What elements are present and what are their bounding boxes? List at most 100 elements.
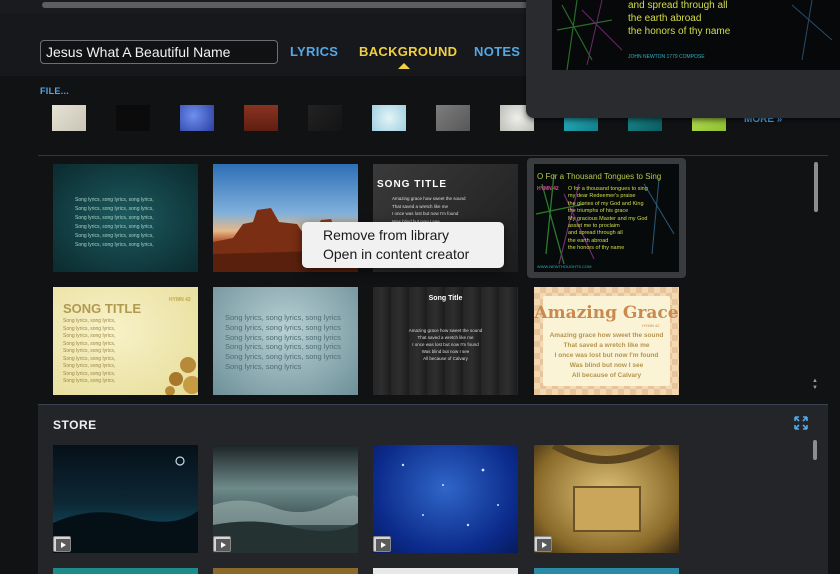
video-badge	[534, 536, 552, 552]
thumb-song-title: SONG TITLE	[63, 301, 141, 316]
swatch-cream[interactable]	[52, 105, 86, 131]
thumb-hymn-number: HYMN 42	[642, 323, 660, 328]
store-title: STORE	[53, 418, 97, 432]
thumb-lyric-line: That saved a wretch like me	[417, 335, 474, 340]
thumb-lyric-line: Song lyrics, song lyrics,	[63, 318, 116, 324]
play-icon	[216, 539, 230, 551]
thumb-credit: WWW.NEWTHOUGHTS.COM	[537, 264, 592, 269]
thumb-lyric-line: Amazing grace how sweet the sound	[392, 196, 466, 201]
thumb-lyric-line: My gracious Master and my God	[568, 215, 648, 222]
thumb-hymn-number: HYMN 42	[537, 186, 559, 192]
store-thumb-stormy-sea[interactable]	[213, 445, 358, 553]
thumb-lyric-line: Song lyrics, song lyrics, song lyrics	[225, 352, 341, 362]
store-thumb-canvas-bag[interactable]	[534, 445, 679, 553]
expand-icon[interactable]	[794, 416, 808, 430]
thumb-lyric-line: Song lyrics, song lyrics,	[63, 325, 116, 332]
thumb-song-title: SONG TITLE	[377, 179, 447, 190]
preview-screen: and spread through all the earth abroad …	[552, 0, 840, 70]
library-scroll-arrows[interactable]: ▲ ▼	[810, 378, 820, 392]
play-icon	[537, 539, 551, 551]
play-icon	[376, 539, 390, 551]
thumb-lyric-line: All because of Calvary	[423, 356, 468, 361]
library-thumb-pale-blue-lyrics[interactable]: Song lyrics, song lyrics, song lyrics So…	[213, 287, 358, 395]
swatch-brick[interactable]	[244, 105, 278, 131]
night-landscape-art	[53, 456, 198, 553]
section-divider	[38, 155, 828, 156]
waves-art	[213, 495, 358, 553]
library-thumb-cream-floral[interactable]: SONG TITLE HYMN 42 Song lyrics, song lyr…	[53, 287, 198, 395]
thumb-lyric-line: I once was lost but now I'm found	[412, 342, 479, 347]
thumb-lyric-line: Song lyrics, song lyrics,	[63, 348, 116, 354]
tab-background[interactable]: BACKGROUND	[359, 44, 457, 59]
swatch-dark-texture[interactable]	[308, 105, 342, 131]
thumb-lyric-line: the triumphs of his grace	[568, 208, 629, 215]
thumb-lyric-line: Song lyrics, song lyrics, song lyrics,	[75, 242, 154, 248]
swatch-black[interactable]	[116, 105, 150, 131]
thumb-lyric-line: That saved a wretch like me	[563, 342, 650, 349]
swatch-blue[interactable]	[180, 105, 214, 131]
thumb-lyric-line: Song lyrics, song lyrics,	[63, 378, 116, 384]
thumb-lyric-line: the honors of thy name	[568, 245, 625, 252]
thumb-lyric-line: Amazing grace how sweet the sound	[408, 328, 483, 333]
thumb-lyric-line: Song lyrics, song lyrics, song lyrics	[225, 322, 341, 332]
swatch-gray[interactable]	[436, 105, 470, 131]
thumb-lyric-line: Amazing grace how sweet the sound	[549, 332, 664, 339]
thumb-lyric-line: All because of Calvary	[571, 372, 642, 379]
tab-notes[interactable]: NOTES	[474, 44, 520, 59]
thumb-lyric-line: assist me to proclaim	[568, 223, 620, 230]
thumb-lyric-line: Song lyrics, song lyrics,	[63, 370, 116, 377]
thumb-lyric-line: and spread through all	[568, 230, 623, 237]
swatch-light-blue[interactable]	[372, 105, 406, 131]
menu-item-open-in-content-creator[interactable]: Open in content creator	[302, 245, 504, 264]
thumb-lyric-line: Song lyrics, song lyrics, song lyrics,	[75, 224, 154, 230]
video-badge	[213, 536, 231, 552]
thumb-lyric-line: Song lyrics, song lyrics, song lyrics	[225, 342, 341, 352]
thumb-hymn-heading: O For a Thousand Tongues to Sing	[537, 172, 662, 181]
library-thumb-wood-planks[interactable]: Song Title Amazing grace how sweet the s…	[373, 287, 518, 395]
thumb-lyric-line: Song lyrics, song lyrics	[225, 361, 302, 371]
active-tab-indicator	[398, 63, 410, 69]
bag-art	[552, 445, 661, 532]
thumb-lyric-line: Song lyrics, song lyrics,	[63, 333, 116, 339]
thumb-lyric-line: Song lyrics, song lyrics,	[63, 363, 116, 369]
video-badge	[373, 536, 391, 552]
thumb-lyric-line: O for a thousand tongues to sing	[568, 186, 648, 192]
thumb-lyric-line: Song lyrics, song lyrics, song lyrics	[225, 313, 341, 322]
preview-credit: JOHN NEWTON 1779 COMPOSE	[628, 54, 705, 60]
thumb-song-title: Song Title	[428, 295, 463, 302]
menu-item-remove-from-library[interactable]: Remove from library	[302, 226, 504, 245]
thumb-lyric-line: my dear Redeemer's praise	[568, 193, 636, 200]
thumb-lyric-line: I once was lost but now I'm found	[392, 211, 459, 217]
store-thumb-partial[interactable]	[373, 568, 518, 574]
store-thumb-partial[interactable]	[53, 568, 198, 574]
tab-lyrics[interactable]: LYRICS	[290, 44, 338, 59]
library-scrollbar[interactable]	[814, 162, 818, 212]
store-thumb-partial[interactable]	[213, 568, 358, 574]
horizontal-scrollbar[interactable]	[42, 2, 542, 8]
store-thumb-partial[interactable]	[534, 568, 679, 574]
thumb-lyric-line: Song lyrics, song lyrics, song lyrics,	[75, 215, 154, 221]
app-window: LYRICS BACKGROUND NOTES FILE... MORE » a…	[0, 0, 840, 574]
file-link[interactable]: FILE...	[40, 86, 69, 96]
thumb-lyric-line: Song lyrics, song lyrics, song lyrics,	[75, 233, 154, 239]
store-thumb-night-sky[interactable]	[53, 445, 198, 553]
thumb-lyric-line: I once was lost but now I'm found	[554, 352, 659, 359]
play-icon	[56, 539, 70, 551]
store-thumb-blue-particles[interactable]	[373, 445, 518, 553]
floral-ornament	[165, 357, 198, 395]
particles-art	[401, 463, 499, 527]
library-thumb-thousand-tongues[interactable]: O For a Thousand Tongues to Sing HYMN 42…	[534, 164, 679, 272]
thumb-lyric-line: Song lyrics, song lyrics, song lyrics,	[75, 206, 154, 212]
song-title-input[interactable]	[40, 40, 278, 64]
thumb-lyric-line: the earth abroad	[568, 237, 609, 244]
thumb-lyric-line: Song lyrics, song lyrics, song lyrics	[225, 332, 341, 342]
thumb-hymn-number: HYMN 42	[169, 297, 191, 303]
thumb-lyric-line: Song lyrics, song lyrics,	[63, 340, 116, 347]
preview-line: the earth abroad	[628, 13, 702, 24]
library-thumb-amazing-grace[interactable]: Amazing Grace HYMN 42 Amazing grace how …	[534, 287, 679, 395]
thumb-lyric-line: Was blind but now I see	[421, 349, 470, 354]
thumb-lyric-line: the glories of my God and King	[568, 200, 644, 207]
thumb-lyric-line: Song lyrics, song lyrics,	[63, 355, 116, 362]
store-scrollbar[interactable]	[813, 440, 817, 460]
library-thumb-teal-lyrics[interactable]: Song lyrics, song lyrics, song lyrics, S…	[53, 164, 198, 272]
